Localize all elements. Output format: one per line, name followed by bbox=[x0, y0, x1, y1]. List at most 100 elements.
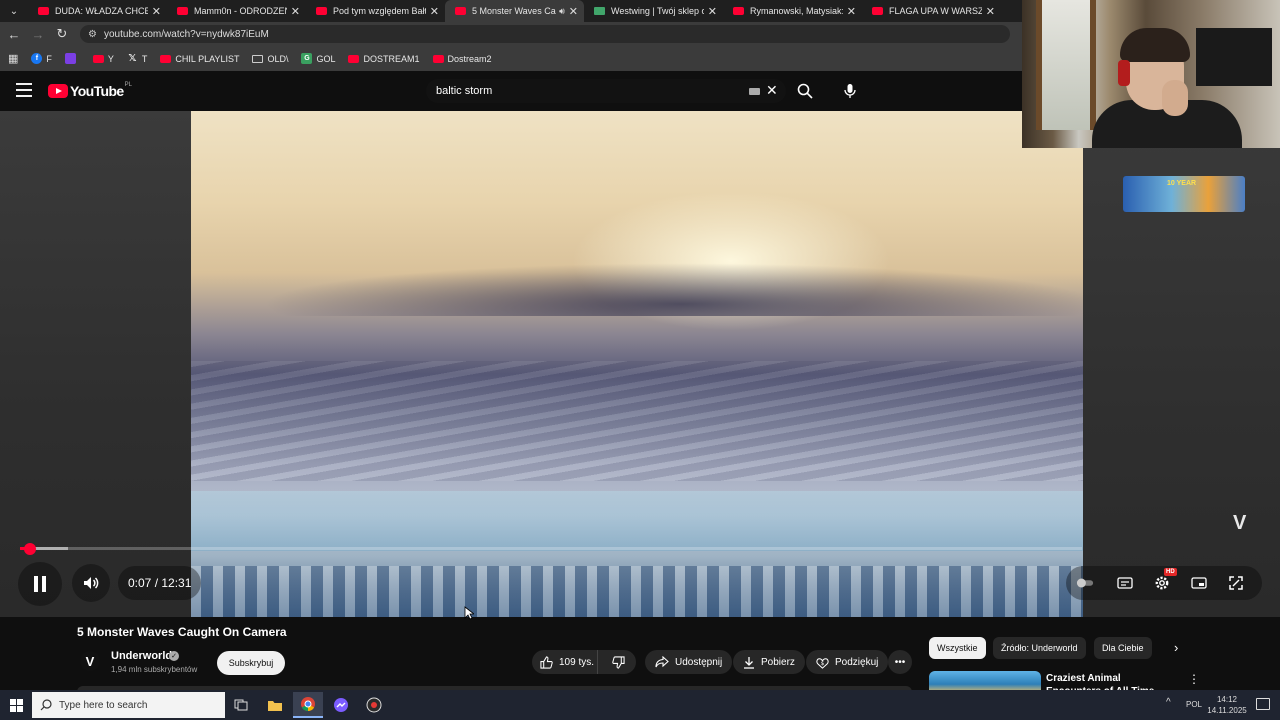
volume-button[interactable] bbox=[72, 564, 110, 602]
keyboard-icon[interactable] bbox=[749, 88, 760, 95]
browser-tab[interactable]: Westwing | Twój sklep on ✕ bbox=[584, 0, 723, 22]
folder-icon bbox=[252, 54, 264, 63]
youtube-icon bbox=[348, 54, 360, 63]
channel-avatar[interactable]: V bbox=[80, 651, 100, 671]
download-button[interactable]: Pobierz bbox=[733, 650, 805, 674]
subscriber-count: 1,94 mln subskrybentów bbox=[111, 665, 198, 674]
close-tab-icon[interactable]: ✕ bbox=[986, 5, 995, 18]
close-tab-icon[interactable]: ✕ bbox=[708, 5, 717, 18]
hd-badge: HD bbox=[1164, 568, 1177, 576]
menu-icon[interactable] bbox=[16, 83, 32, 97]
close-tab-icon[interactable]: ✕ bbox=[152, 5, 161, 18]
messenger-taskbar-button[interactable] bbox=[326, 692, 356, 718]
browser-tab[interactable]: DUDA: WŁADZA CHCE ZA✕ bbox=[28, 0, 167, 22]
close-tab-icon[interactable]: ✕ bbox=[291, 5, 300, 18]
youtube-logo[interactable]: YouTube PL bbox=[48, 82, 132, 99]
chevron-right-icon[interactable]: › bbox=[1174, 640, 1178, 655]
forward-icon[interactable]: → bbox=[26, 27, 50, 42]
wave-crest bbox=[191, 256, 1083, 316]
chrome-taskbar-button[interactable] bbox=[293, 692, 323, 718]
close-tab-icon[interactable]: ✕ bbox=[569, 5, 578, 18]
windows-logo-icon bbox=[9, 698, 23, 712]
browser-tab[interactable]: Pod tym względem Bałty ✕ bbox=[306, 0, 445, 22]
bookmark-item[interactable]: DOSTREAM1 bbox=[348, 54, 420, 64]
file-explorer-button[interactable] bbox=[260, 692, 290, 718]
tab-search-chevron-icon[interactable]: ⌄ bbox=[0, 0, 28, 22]
close-tab-icon[interactable]: ✕ bbox=[430, 5, 439, 18]
tab-audio-icon[interactable]: 🔊︎ bbox=[559, 6, 565, 17]
youtube-favicon-icon bbox=[38, 7, 49, 15]
bookmark-item[interactable]: Y bbox=[92, 54, 114, 64]
apps-grid-icon[interactable]: ▦ bbox=[8, 52, 18, 65]
fullscreen-button[interactable] bbox=[1227, 574, 1245, 592]
browser-tab[interactable]: Mamm0n - ODRODZENIE✕ bbox=[167, 0, 306, 22]
bookmark-item[interactable]: fF bbox=[31, 53, 52, 64]
language-indicator[interactable]: POL bbox=[1186, 700, 1202, 709]
windows-start-button[interactable] bbox=[0, 690, 32, 720]
dislike-button[interactable] bbox=[604, 650, 632, 674]
mouse-cursor-icon bbox=[464, 606, 474, 620]
overlay-ad-thumbnail[interactable]: 10 YEAR bbox=[1123, 176, 1245, 212]
clock-time: 14:12 bbox=[1216, 695, 1238, 704]
progress-scrubber[interactable] bbox=[24, 543, 36, 555]
more-actions-icon[interactable]: ••• bbox=[888, 650, 912, 674]
task-view-button[interactable] bbox=[226, 692, 256, 718]
chip-for-you[interactable]: Dla Ciebie bbox=[1094, 637, 1152, 659]
chip-source[interactable]: Źródło: Underworld bbox=[993, 637, 1086, 659]
tray-chevron-up-icon[interactable]: ^ bbox=[1166, 697, 1171, 708]
browser-tab-active[interactable]: 5 Monster Waves Caug🔊︎✕ bbox=[445, 0, 584, 22]
browser-tab[interactable]: Rymanowski, Matysiak: Pu✕ bbox=[723, 0, 862, 22]
recording-app-icon bbox=[366, 697, 382, 713]
subtitles-button[interactable] bbox=[1116, 574, 1134, 592]
bookmark-item[interactable]: Dostream2 bbox=[432, 54, 492, 64]
browser-tab[interactable]: FLAGA UPA W WARSZAW✕ bbox=[862, 0, 1001, 22]
foreground-waves bbox=[191, 566, 1083, 617]
taskbar-search-input[interactable]: Type here to search bbox=[32, 692, 225, 718]
reload-icon[interactable]: ↻ bbox=[50, 26, 74, 42]
progress-bar[interactable] bbox=[20, 543, 1082, 555]
bookmark-item[interactable] bbox=[64, 53, 80, 64]
autoplay-toggle-icon bbox=[1076, 578, 1094, 588]
site-info-icon[interactable]: ⚙︎ bbox=[88, 29, 98, 40]
settings-button[interactable] bbox=[1153, 574, 1171, 592]
video-player[interactable] bbox=[0, 111, 1280, 617]
video-frame[interactable] bbox=[191, 111, 1083, 617]
thanks-button[interactable]: $ Podziękuj bbox=[806, 650, 889, 674]
subscribe-button[interactable]: Subskrybuj bbox=[217, 651, 285, 675]
westwing-favicon-icon bbox=[594, 7, 605, 15]
player-backdrop-left bbox=[0, 111, 191, 617]
close-tab-icon[interactable]: ✕ bbox=[847, 5, 856, 18]
bookmark-item[interactable]: 𝕏T bbox=[127, 53, 147, 64]
voice-search-button[interactable] bbox=[836, 79, 864, 103]
pause-button[interactable] bbox=[18, 562, 62, 606]
channel-watermark-icon[interactable]: V bbox=[1233, 512, 1246, 535]
pause-icon-bar bbox=[42, 576, 46, 592]
channel-name[interactable]: Underworld bbox=[111, 650, 172, 662]
gear-icon bbox=[1155, 576, 1169, 590]
sea-foam bbox=[191, 491, 1083, 551]
search-button[interactable] bbox=[788, 79, 822, 103]
bookmark-folder[interactable]: OLD\ bbox=[252, 54, 288, 64]
search-input[interactable]: baltic storm ✕ bbox=[426, 79, 786, 103]
autoplay-toggle[interactable] bbox=[1076, 574, 1094, 592]
bookmark-item[interactable]: CHIL PLAYLIST bbox=[160, 54, 239, 64]
recommendation-menu-icon[interactable]: ⋮ bbox=[1188, 672, 1200, 686]
obs-taskbar-button[interactable] bbox=[359, 692, 389, 718]
facebook-icon: f bbox=[31, 53, 43, 64]
youtube-icon bbox=[92, 54, 104, 63]
bookmark-item[interactable]: G GOL bbox=[301, 53, 335, 64]
like-dislike-group: 109 tys. bbox=[532, 650, 636, 674]
system-clock[interactable]: 14:12 14.11.2025 bbox=[1206, 694, 1248, 716]
fullscreen-icon bbox=[1229, 576, 1243, 590]
notifications-icon[interactable] bbox=[1256, 698, 1270, 710]
subtitles-icon bbox=[1117, 577, 1133, 589]
like-button[interactable]: 109 tys. bbox=[532, 650, 598, 674]
url-bar[interactable]: ⚙︎ youtube.com/watch?v=nydwk87iEuM bbox=[80, 25, 1010, 43]
miniplayer-button[interactable] bbox=[1190, 574, 1208, 592]
back-icon[interactable]: ← bbox=[2, 27, 26, 42]
youtube-play-icon bbox=[48, 84, 68, 98]
miniplayer-icon bbox=[1191, 577, 1207, 589]
share-button[interactable]: Udostępnij bbox=[645, 650, 733, 674]
clear-search-icon[interactable]: ✕ bbox=[766, 82, 778, 99]
chip-all[interactable]: Wszystkie bbox=[929, 637, 986, 659]
